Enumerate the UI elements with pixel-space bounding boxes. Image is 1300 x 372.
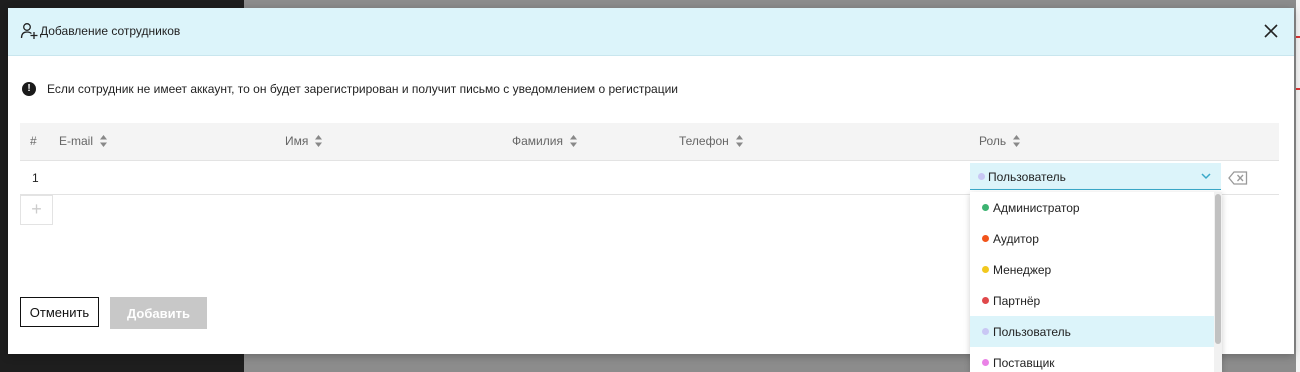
clear-row-icon[interactable] bbox=[1228, 171, 1248, 185]
column-header-phone[interactable]: Телефон bbox=[679, 134, 744, 149]
dialog-title: Добавление сотрудников bbox=[40, 24, 181, 38]
scrollbar-thumb[interactable] bbox=[1215, 194, 1221, 344]
column-label: Роль bbox=[979, 134, 1007, 148]
info-message: Если сотрудник не имеет аккаунт, то он б… bbox=[47, 82, 679, 96]
add-row-button[interactable]: + bbox=[20, 195, 53, 225]
role-option-user[interactable]: Пользователь bbox=[970, 316, 1214, 347]
column-label: Телефон bbox=[679, 134, 729, 148]
role-color-dot bbox=[982, 235, 989, 242]
cancel-button[interactable]: Отменить bbox=[20, 297, 99, 327]
column-header-number: # bbox=[30, 134, 37, 148]
sort-icon[interactable] bbox=[99, 134, 108, 148]
column-header-role[interactable]: Роль bbox=[979, 134, 1021, 149]
dropdown-scrollbar[interactable] bbox=[1214, 192, 1222, 372]
add-user-icon bbox=[20, 23, 38, 39]
role-option-administrator[interactable]: Администратор bbox=[970, 192, 1214, 223]
role-option-label: Пользователь bbox=[993, 325, 1071, 339]
background-right-edge bbox=[1296, 0, 1300, 372]
role-select[interactable]: Пользователь bbox=[970, 163, 1221, 190]
role-dropdown-menu: Администратор Аудитор Менеджер Партнёр П… bbox=[970, 192, 1222, 372]
column-label: # bbox=[30, 134, 37, 148]
role-color-dot bbox=[982, 266, 989, 273]
role-option-partner[interactable]: Партнёр bbox=[970, 285, 1214, 316]
exclamation-circle-icon: ! bbox=[22, 82, 36, 96]
role-option-label: Поставщик bbox=[993, 356, 1055, 370]
row-number: 1 bbox=[32, 171, 39, 185]
role-color-dot bbox=[982, 359, 989, 366]
role-select-value: Пользователь bbox=[988, 170, 1066, 184]
sort-icon[interactable] bbox=[735, 134, 744, 148]
role-option-manager[interactable]: Менеджер bbox=[970, 254, 1214, 285]
sort-icon[interactable] bbox=[314, 134, 323, 148]
column-label: Имя bbox=[285, 134, 309, 148]
column-header-email[interactable]: E-mail bbox=[59, 134, 108, 149]
column-label: E-mail bbox=[59, 134, 94, 148]
column-header-last-name[interactable]: Фамилия bbox=[512, 134, 578, 149]
role-option-label: Партнёр bbox=[993, 294, 1041, 308]
column-header-first-name[interactable]: Имя bbox=[285, 134, 323, 149]
background-red-mark bbox=[1296, 88, 1300, 90]
chevron-down-icon[interactable] bbox=[1200, 171, 1212, 181]
sort-icon[interactable] bbox=[1012, 134, 1021, 148]
role-option-label: Администратор bbox=[993, 201, 1080, 215]
role-color-dot bbox=[982, 328, 989, 335]
role-color-dot bbox=[978, 173, 985, 180]
role-option-label: Менеджер bbox=[993, 263, 1052, 277]
background-red-mark bbox=[1296, 36, 1300, 38]
table-header: # E-mail Имя Фамилия Телефон Роль bbox=[20, 123, 1279, 161]
dialog-header: Добавление сотрудников bbox=[8, 8, 1294, 56]
sort-icon[interactable] bbox=[569, 134, 578, 148]
role-option-auditor[interactable]: Аудитор bbox=[970, 223, 1214, 254]
role-option-supplier[interactable]: Поставщик bbox=[970, 347, 1214, 372]
role-option-label: Аудитор bbox=[993, 232, 1039, 246]
role-color-dot bbox=[982, 297, 989, 304]
add-button[interactable]: Добавить bbox=[110, 297, 207, 329]
role-color-dot bbox=[982, 204, 989, 211]
close-icon[interactable] bbox=[1262, 22, 1280, 40]
column-label: Фамилия bbox=[512, 134, 563, 148]
